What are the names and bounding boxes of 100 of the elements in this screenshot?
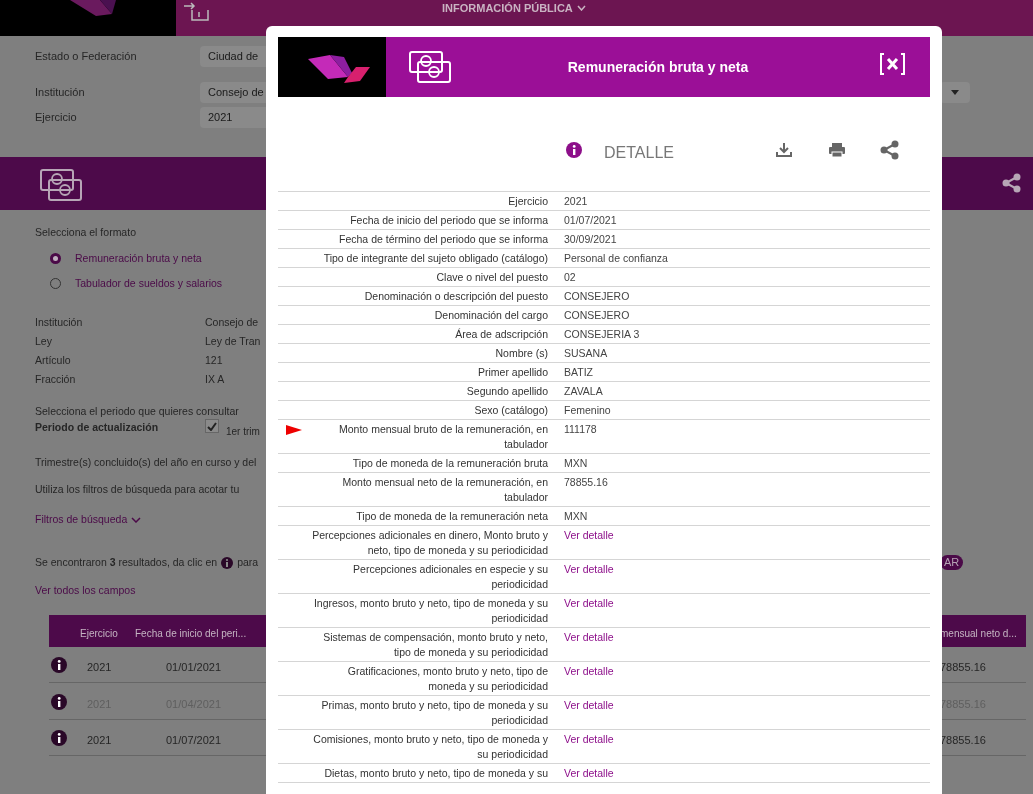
field-label: Denominación del cargo bbox=[433, 307, 549, 323]
field-label: Nombre (s) bbox=[494, 345, 549, 361]
field-label: Gratificaciones, monto bruto y neto, tipo de moneda y su periodicidad bbox=[346, 663, 549, 694]
column-header: Fecha de inicio del peri... bbox=[135, 627, 247, 641]
field-label: Ejercicio bbox=[507, 193, 549, 209]
field-label: Primer apellido bbox=[476, 364, 549, 380]
field-label: Área de adscripción bbox=[454, 326, 549, 342]
select-field[interactable] bbox=[940, 82, 970, 103]
field-value: 111178 bbox=[564, 422, 597, 435]
info-icon[interactable] bbox=[51, 693, 67, 710]
field-label: Monto mensual neto de la remuneración, en tabulador bbox=[341, 474, 549, 505]
field-label: Ejercicio bbox=[35, 110, 78, 126]
radio-label: Remuneración bruta y neta bbox=[75, 251, 202, 266]
field-label: Fecha de inicio del periodo que se informa bbox=[349, 212, 549, 228]
field-value: BATIZ bbox=[564, 365, 593, 378]
radio-button[interactable] bbox=[50, 253, 61, 265]
info-label: Institución bbox=[35, 315, 83, 330]
field-label: Ingresos, monto bruto y neto, tipo de moneda y su periodicidad bbox=[312, 595, 549, 626]
info-value: Ley de Tran bbox=[205, 334, 261, 349]
detail-link[interactable]: Ver detalle bbox=[564, 732, 614, 745]
chevron-icon bbox=[131, 516, 142, 523]
detail-link[interactable]: Ver detalle bbox=[564, 698, 614, 711]
table-cell-text: 01/01/2021 bbox=[166, 660, 222, 675]
field-value: SUSANA bbox=[564, 346, 608, 359]
results-text: para bbox=[237, 555, 259, 570]
badge-button[interactable]: AR bbox=[940, 555, 964, 570]
checkbox-label: 1er trim bbox=[226, 425, 260, 439]
field-label: Tipo de integrante del sujeto obligado (catálogo) bbox=[322, 250, 549, 266]
field-value: Personal de confianza bbox=[564, 251, 668, 264]
field-label: Percepciones adicionales en especie y su periodicidad bbox=[352, 561, 549, 592]
share-icon[interactable] bbox=[880, 140, 899, 160]
field-value: 78855.16 bbox=[564, 475, 608, 488]
field-value: MXN bbox=[564, 456, 588, 469]
table-cell-text: 01/07/2021 bbox=[166, 733, 222, 748]
table-cell-text: 78855.16 bbox=[940, 733, 986, 748]
field-label: Fecha de término del periodo que se informa bbox=[338, 231, 549, 247]
results-text: Se encontraron 3 resultados, da clic en bbox=[35, 555, 218, 570]
column-header: Ejercicio bbox=[80, 627, 118, 641]
field-value: MXN bbox=[564, 509, 588, 522]
money-icon bbox=[39, 168, 83, 202]
detail-link[interactable]: Ver detalle bbox=[564, 664, 614, 677]
info-label: Artículo bbox=[35, 353, 71, 368]
print-icon[interactable] bbox=[828, 142, 846, 158]
checkbox[interactable] bbox=[205, 419, 219, 433]
all-fields-link[interactable]: Ver todos los campos bbox=[35, 583, 136, 599]
note-text: Utiliza los filtros de búsqueda para acotar tu bbox=[35, 482, 240, 497]
caret-icon bbox=[951, 90, 959, 95]
detail-link[interactable]: Ver detalle bbox=[564, 630, 614, 643]
field-label: Comisiones, monto bruto y neto, tipo de moneda y su periodicidad bbox=[312, 731, 549, 762]
field-label: Periodo de actualización bbox=[35, 420, 159, 435]
field-label: Percepciones adicionales en dinero, Monto bruto y neto, tipo de moneda y su periodicidad bbox=[311, 527, 549, 558]
table-cell-text: 78855.16 bbox=[940, 660, 986, 675]
table-cell-text: 2021 bbox=[87, 660, 112, 675]
chevron-icon bbox=[576, 5, 586, 12]
field-label: Institución bbox=[35, 85, 86, 101]
field-label: Sexo (catálogo) bbox=[473, 402, 549, 418]
field-label: Segundo apellido bbox=[465, 383, 549, 399]
modal-title: Remuneración bruta y neta bbox=[567, 57, 749, 77]
detail-link[interactable]: Ver detalle bbox=[564, 596, 614, 609]
field-value: CONSEJERO bbox=[564, 289, 630, 302]
toolbar-title: DETALLE bbox=[604, 143, 674, 163]
field-value: 2021 bbox=[564, 194, 588, 207]
field-label: Tipo de moneda de la remuneración bruta bbox=[351, 455, 549, 471]
check-icon bbox=[207, 421, 217, 431]
field-label: Denominación o descripción del puesto bbox=[363, 288, 549, 304]
field-label: Sistemas de compensación, monto bruto y neto, tipo de moneda y su periodicidad bbox=[322, 629, 549, 660]
field-value: ZAVALA bbox=[564, 384, 603, 397]
filters-link[interactable]: Filtros de búsqueda bbox=[35, 512, 142, 528]
section-heading: Selecciona el formato bbox=[35, 225, 136, 240]
info-value: 121 bbox=[205, 353, 223, 368]
share-icon[interactable] bbox=[1002, 173, 1022, 193]
field-value: CONSEJERO bbox=[564, 308, 630, 321]
field-value: Femenino bbox=[564, 403, 611, 416]
radio-label: Tabulador de sueldos y salarios bbox=[75, 276, 223, 291]
info-icon[interactable] bbox=[51, 657, 67, 673]
download-icon[interactable] bbox=[776, 142, 792, 158]
section-heading: Selecciona el periodo que quieres consultar bbox=[35, 404, 239, 419]
info-label: Ley bbox=[35, 334, 52, 349]
field-value: 02 bbox=[564, 270, 576, 283]
detail-link[interactable]: Ver detalle bbox=[564, 562, 614, 575]
detail-link[interactable]: Ver detalle bbox=[564, 766, 614, 779]
menu-title[interactable]: INFORMACIÓN PÚBLICA bbox=[442, 0, 586, 17]
field-label: Tipo de moneda de la remuneración neta bbox=[355, 508, 549, 524]
info-label: Fracción bbox=[35, 372, 76, 387]
info-icon bbox=[566, 142, 582, 158]
info-icon[interactable] bbox=[51, 730, 67, 746]
field-label: Monto mensual bruto de la remuneración, en tabulador bbox=[338, 421, 549, 452]
field-label: Primas, monto bruto y neto, tipo de moneda y su periodicidad bbox=[320, 697, 549, 728]
field-value: 01/07/2021 bbox=[564, 213, 617, 226]
detail-link[interactable]: Ver detalle bbox=[564, 528, 614, 541]
close-button[interactable] bbox=[879, 52, 906, 76]
info-value: Consejo de bbox=[205, 315, 259, 330]
money-icon bbox=[408, 50, 452, 84]
field-label: Dietas, monto bruto y neto, tipo de moneda y su bbox=[323, 765, 549, 781]
note-text: Trimestre(s) concluido(s) del año en curso y del bbox=[35, 455, 257, 470]
field-label: Clave o nivel del puesto bbox=[435, 269, 549, 285]
field-label: Estado o Federación bbox=[35, 49, 138, 65]
field-value: CONSEJERIA 3 bbox=[564, 327, 640, 340]
table-cell-text: 2021 bbox=[87, 733, 112, 748]
info-value: IX A bbox=[205, 372, 225, 387]
